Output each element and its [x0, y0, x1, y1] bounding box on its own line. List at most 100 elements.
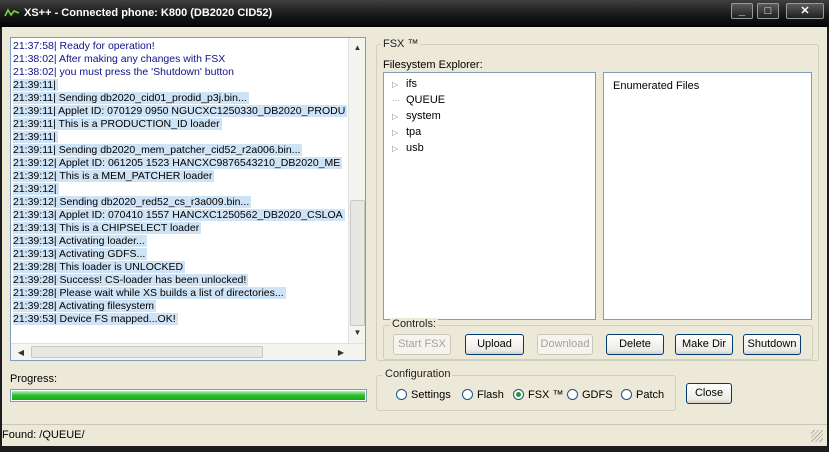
- scroll-down-icon[interactable]: ▼: [349, 325, 366, 341]
- log-line-text: 21:39:12| Applet ID: 061205 1523 HANCXC9…: [13, 157, 343, 169]
- log-line: 21:39:12| Sending db2020_red52_cs_r3a009…: [13, 196, 347, 209]
- radio-fsx[interactable]: FSX ™: [513, 388, 563, 402]
- log-line: 21:39:28| Please wait while XS builds a …: [13, 287, 347, 300]
- radio-patch[interactable]: Patch: [621, 388, 664, 402]
- delete-button[interactable]: Delete: [606, 334, 664, 355]
- start-fsx-button[interactable]: Start FSX: [393, 334, 451, 355]
- radio-label: Flash: [477, 389, 504, 401]
- log-line: 21:39:11| Applet ID: 070129 0950 NGUCXC1…: [13, 105, 347, 118]
- horizontal-scrollbar[interactable]: ◀ ▶: [11, 343, 365, 360]
- download-button[interactable]: Download: [537, 334, 593, 355]
- status-text: Found: /QUEUE/: [2, 429, 85, 441]
- tree-item-queue[interactable]: ··· QUEUE: [392, 93, 445, 107]
- enumerated-files-header: Enumerated Files: [613, 80, 700, 92]
- tree-item-ifs[interactable]: ▷ ifs: [392, 77, 417, 91]
- log-line: 21:39:12| Applet ID: 061205 1523 HANCXC9…: [13, 157, 347, 170]
- log-line-text: 21:37:58| Ready for operation!: [13, 40, 155, 52]
- shutdown-button[interactable]: Shutdown: [743, 334, 801, 355]
- vertical-scroll-thumb[interactable]: [350, 200, 365, 326]
- log-line-text: 21:39:11|: [13, 79, 58, 91]
- log-line: 21:37:58| Ready for operation!: [13, 40, 347, 53]
- progress-label: Progress:: [10, 373, 58, 385]
- log-line: 21:38:02| After making any changes with …: [13, 53, 347, 66]
- radio-settings[interactable]: Settings: [396, 388, 451, 402]
- log-line: 21:39:53| Device FS mapped...OK!: [13, 313, 347, 326]
- configuration-group-title: Configuration: [383, 368, 453, 380]
- radio-flash[interactable]: Flash: [462, 388, 504, 402]
- log-line-text: 21:39:13| This is a CHIPSELECT loader: [13, 222, 202, 234]
- tree-item-usb[interactable]: ▷ usb: [392, 141, 424, 155]
- expand-icon[interactable]: ▷: [392, 142, 406, 156]
- log-line: 21:39:11| Sending db2020_cid01_prodid_p3…: [13, 92, 347, 105]
- log-line-text: 21:39:12| This is a MEM_PATCHER loader: [13, 170, 215, 182]
- expand-icon[interactable]: ▷: [392, 110, 406, 124]
- close-button[interactable]: Close: [686, 383, 732, 404]
- log-line-text: 21:39:11|: [13, 131, 58, 143]
- log-line: 21:39:13| Activating GDFS...: [13, 248, 347, 261]
- maximize-button[interactable]: □: [757, 3, 779, 19]
- resize-grip-icon[interactable]: [811, 430, 823, 442]
- log-line: 21:38:02| you must press the 'Shutdown' …: [13, 66, 347, 79]
- radio-button-icon[interactable]: [513, 389, 524, 400]
- window-border-bottom: [0, 446, 829, 452]
- log-line-text: 21:38:02| you must press the 'Shutdown' …: [13, 66, 234, 78]
- log-line: 21:39:28| This loader is UNLOCKED: [13, 261, 347, 274]
- log-line-text: 21:38:02| After making any changes with …: [13, 53, 226, 65]
- log-line: 21:39:11|: [13, 131, 347, 144]
- fsx-group-title: FSX ™: [381, 38, 421, 50]
- app-icon: [4, 8, 20, 17]
- log-line: 21:39:11| Sending db2020_mem_patcher_cid…: [13, 144, 347, 157]
- expand-icon[interactable]: ▷: [392, 126, 406, 140]
- log-line: 21:39:13| Activating loader...: [13, 235, 347, 248]
- radio-label: Patch: [636, 389, 665, 401]
- radio-label: FSX ™: [528, 389, 564, 401]
- tree-item-label: tpa: [406, 126, 422, 138]
- tree-item-label: system: [406, 110, 441, 122]
- radio-button-icon[interactable]: [621, 389, 632, 400]
- log-line-text: 21:39:11| This is a PRODUCTION_ID loader: [13, 118, 222, 130]
- radio-button-icon[interactable]: [396, 389, 407, 400]
- tree-item-label: ifs: [406, 78, 417, 90]
- scroll-right-icon[interactable]: ▶: [333, 344, 349, 361]
- log-line-text: 21:39:53| Device FS mapped...OK!: [13, 313, 178, 325]
- log-line: 21:39:12|: [13, 183, 347, 196]
- log-line-text: 21:39:11| Sending db2020_cid01_prodid_p3…: [13, 92, 249, 104]
- log-line-text: 21:39:28| This loader is UNLOCKED: [13, 261, 186, 273]
- tree-leaf-icon: ···: [392, 96, 400, 105]
- tree-item-system[interactable]: ▷ system: [392, 109, 441, 123]
- make-dir-button[interactable]: Make Dir: [675, 334, 733, 355]
- log-line: 21:39:28| Success! CS-loader has been un…: [13, 274, 347, 287]
- radio-button-icon[interactable]: [567, 389, 578, 400]
- log-line: 21:39:11|: [13, 79, 347, 92]
- log-line-text: 21:39:11| Sending db2020_mem_patcher_cid…: [13, 144, 303, 156]
- expand-icon[interactable]: ▷: [392, 78, 406, 92]
- log-line-text: 21:39:13| Applet ID: 070410 1557 HANCXC1…: [13, 209, 345, 221]
- tree-item-label: usb: [406, 142, 424, 154]
- upload-button[interactable]: Upload: [465, 334, 524, 355]
- progress-bar: [10, 389, 367, 402]
- enumerated-files-list[interactable]: Enumerated Files: [603, 72, 812, 320]
- window-border-left: [0, 27, 2, 451]
- log-line-text: 21:39:11| Applet ID: 070129 0950 NGUCXC1…: [13, 105, 347, 117]
- minimize-button[interactable]: _: [731, 3, 753, 19]
- log-line-text: 21:39:12|: [13, 183, 59, 195]
- radio-gdfs[interactable]: GDFS: [567, 388, 613, 402]
- tree-item-tpa[interactable]: ▷ tpa: [392, 125, 421, 139]
- close-window-button[interactable]: ✕: [786, 3, 824, 19]
- filesystem-tree[interactable]: ▷ ifs ··· QUEUE ▷ system ▷ tpa ▷ usb: [383, 72, 596, 320]
- log-panel[interactable]: 21:37:58| Ready for operation! 21:38:02| …: [10, 37, 366, 361]
- scroll-left-icon[interactable]: ◀: [13, 344, 29, 361]
- vertical-scrollbar[interactable]: ▲ ▼: [348, 38, 365, 343]
- log-line-text: 21:39:28| Activating filesystem: [13, 300, 157, 312]
- horizontal-scroll-thumb[interactable]: [31, 346, 263, 358]
- radio-button-icon[interactable]: [462, 389, 473, 400]
- status-bar: Found: /QUEUE/: [2, 424, 827, 446]
- log-line-text: 21:39:28| Success! CS-loader has been un…: [13, 274, 249, 286]
- controls-group-title: Controls:: [390, 318, 439, 330]
- log-line: 21:39:28| Activating filesystem: [13, 300, 347, 313]
- log-line: 21:39:11| This is a PRODUCTION_ID loader: [13, 118, 347, 131]
- tree-item-label: QUEUE: [406, 94, 446, 106]
- scroll-up-icon[interactable]: ▲: [349, 40, 366, 56]
- log-line-text: 21:39:13| Activating GDFS...: [13, 248, 148, 260]
- log-line: 21:39:13| This is a CHIPSELECT loader: [13, 222, 347, 235]
